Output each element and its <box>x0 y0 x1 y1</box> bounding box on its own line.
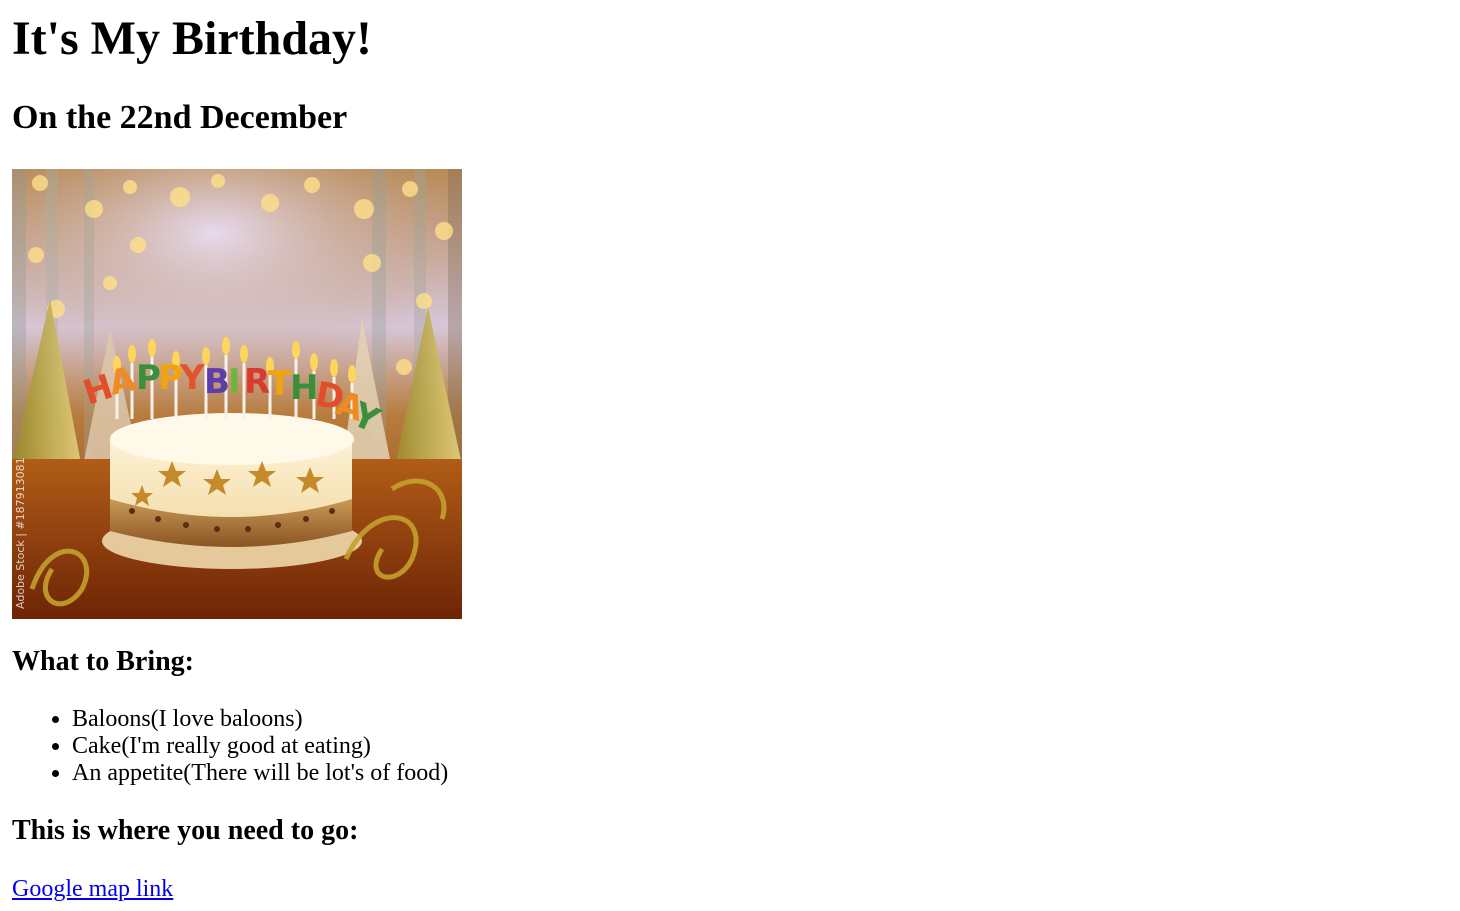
page-subtitle: On the 22nd December <box>12 99 348 136</box>
cake-body <box>102 413 362 569</box>
stock-watermark: Adobe Stock | #187913081 <box>14 457 27 609</box>
birthday-page: It's My Birthday! On the 22nd December H… <box>0 0 1460 911</box>
birthday-cake-image: H A P P Y B I R T H D A Y Adobe Stock | … <box>12 169 462 619</box>
what-to-bring-heading: What to Bring: <box>12 646 194 677</box>
svg-text:Y: Y <box>179 358 205 398</box>
page-title: It's My Birthday! <box>12 12 372 65</box>
list-item: Baloons(I love baloons) <box>72 706 448 733</box>
svg-text:R: R <box>244 362 270 402</box>
svg-text:T: T <box>268 364 292 404</box>
google-map-link[interactable]: Google map link <box>12 874 173 904</box>
svg-text:B: B <box>204 362 230 402</box>
bring-list: Baloons(I love baloons) Cake(I'm really … <box>12 706 448 787</box>
svg-text:I: I <box>228 362 241 402</box>
list-item: An appetite(There will be lot's of food) <box>72 760 448 787</box>
location-heading: This is where you need to go: <box>12 815 359 846</box>
list-item: Cake(I'm really good at eating) <box>72 733 448 760</box>
